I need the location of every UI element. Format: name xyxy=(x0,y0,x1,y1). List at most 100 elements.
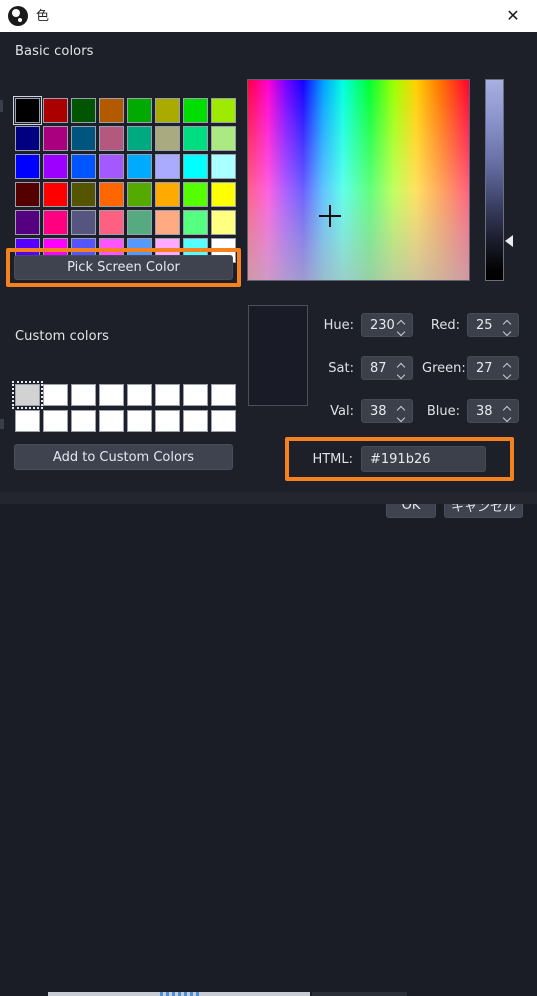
pick-screen-color-button[interactable]: Pick Screen Color xyxy=(14,255,233,280)
basic-color-swatch[interactable] xyxy=(155,154,180,179)
red-spinbox[interactable]: 25 xyxy=(467,313,519,337)
obs-icon xyxy=(8,6,28,26)
custom-color-swatch[interactable] xyxy=(99,384,124,406)
custom-color-swatch[interactable] xyxy=(43,384,68,406)
basic-color-swatch[interactable] xyxy=(155,210,180,235)
background-desktop-strip xyxy=(0,492,537,996)
custom-color-swatch[interactable] xyxy=(211,410,236,432)
basic-color-swatch[interactable] xyxy=(71,154,96,179)
val-label: Val: xyxy=(330,403,354,419)
basic-color-swatch[interactable] xyxy=(43,210,68,235)
basic-color-swatch[interactable] xyxy=(211,154,236,179)
custom-color-swatch[interactable] xyxy=(127,384,152,406)
basic-color-swatch[interactable] xyxy=(15,210,40,235)
basic-color-swatch[interactable] xyxy=(43,182,68,207)
sat-value: 87 xyxy=(370,360,387,376)
sat-label: Sat: xyxy=(328,360,354,376)
add-to-custom-colors-button[interactable]: Add to Custom Colors xyxy=(14,444,233,470)
basic-color-swatch[interactable] xyxy=(43,98,68,123)
blue-value: 38 xyxy=(476,403,493,419)
dialog-body: Basic colors Pick Screen Color Custom co… xyxy=(0,32,537,518)
background-window-dots xyxy=(160,992,200,996)
value-slider[interactable] xyxy=(485,79,504,281)
red-label: Red: xyxy=(430,317,460,333)
green-label: Green: xyxy=(422,360,466,376)
basic-color-swatch[interactable] xyxy=(71,126,96,151)
chevron-down-icon xyxy=(397,328,406,333)
custom-color-swatch[interactable] xyxy=(71,384,96,406)
blue-stepper-icon[interactable] xyxy=(503,401,514,423)
basic-color-swatch[interactable] xyxy=(155,98,180,123)
basic-color-swatch[interactable] xyxy=(183,98,208,123)
val-spinbox[interactable]: 38 xyxy=(361,399,413,423)
basic-color-swatch[interactable] xyxy=(211,98,236,123)
chevron-up-icon xyxy=(503,320,512,325)
basic-color-swatch[interactable] xyxy=(43,154,68,179)
basic-color-swatch[interactable] xyxy=(183,126,208,151)
chevron-up-icon xyxy=(397,363,406,368)
basic-color-swatch[interactable] xyxy=(15,182,40,207)
custom-color-swatch[interactable] xyxy=(183,384,208,406)
red-stepper-icon[interactable] xyxy=(503,315,514,337)
custom-color-swatch[interactable] xyxy=(43,410,68,432)
custom-color-swatch[interactable] xyxy=(127,410,152,432)
basic-color-swatch[interactable] xyxy=(71,210,96,235)
custom-color-swatch[interactable] xyxy=(155,384,180,406)
basic-color-swatch[interactable] xyxy=(99,126,124,151)
basic-color-swatch[interactable] xyxy=(99,98,124,123)
custom-color-swatch[interactable] xyxy=(155,410,180,432)
basic-color-swatch[interactable] xyxy=(127,182,152,207)
custom-color-swatch[interactable] xyxy=(211,384,236,406)
basic-color-swatch[interactable] xyxy=(211,126,236,151)
basic-color-swatch[interactable] xyxy=(99,210,124,235)
close-icon[interactable]: ✕ xyxy=(493,1,533,31)
basic-color-swatch[interactable] xyxy=(99,154,124,179)
html-color-input[interactable]: #191b26 xyxy=(361,446,486,472)
custom-color-swatch[interactable] xyxy=(12,381,43,409)
custom-color-swatch[interactable] xyxy=(99,410,124,432)
value-slider-handle-icon[interactable] xyxy=(505,234,513,247)
basic-color-swatch[interactable] xyxy=(127,210,152,235)
green-spinbox[interactable]: 27 xyxy=(467,356,519,380)
sat-stepper-icon[interactable] xyxy=(397,358,408,380)
red-value: 25 xyxy=(476,317,493,333)
custom-color-swatch[interactable] xyxy=(15,410,40,432)
hue-field: Hue: 230 xyxy=(322,313,413,337)
basic-color-swatch[interactable] xyxy=(183,210,208,235)
background-window-sliver-2 xyxy=(0,419,4,429)
chevron-up-icon xyxy=(397,406,406,411)
basic-color-swatch[interactable] xyxy=(183,182,208,207)
hue-stepper-icon[interactable] xyxy=(397,315,408,337)
green-stepper-icon[interactable] xyxy=(503,358,514,380)
basic-color-swatch[interactable] xyxy=(99,182,124,207)
basic-color-swatch[interactable] xyxy=(127,154,152,179)
basic-colors-grid[interactable] xyxy=(13,96,236,263)
custom-color-swatch[interactable] xyxy=(183,410,208,432)
val-value: 38 xyxy=(370,403,387,419)
basic-color-swatch[interactable] xyxy=(13,96,42,125)
basic-color-swatch[interactable] xyxy=(211,210,236,235)
blue-spinbox[interactable]: 38 xyxy=(467,399,519,423)
color-gradient-field[interactable] xyxy=(247,79,470,281)
basic-color-swatch[interactable] xyxy=(15,154,40,179)
custom-color-swatch[interactable] xyxy=(71,410,96,432)
chevron-down-icon xyxy=(503,371,512,376)
basic-color-swatch[interactable] xyxy=(127,126,152,151)
basic-color-swatch[interactable] xyxy=(183,154,208,179)
background-window-bar-2 xyxy=(312,992,407,996)
hue-spinbox[interactable]: 230 xyxy=(361,313,413,337)
custom-colors-grid[interactable] xyxy=(12,381,236,432)
basic-color-swatch[interactable] xyxy=(155,182,180,207)
basic-color-swatch[interactable] xyxy=(127,98,152,123)
sat-spinbox[interactable]: 87 xyxy=(361,356,413,380)
custom-colors-label: Custom colors xyxy=(15,329,110,344)
chevron-down-icon xyxy=(397,371,406,376)
val-stepper-icon[interactable] xyxy=(397,401,408,423)
basic-color-swatch[interactable] xyxy=(71,98,96,123)
basic-color-swatch[interactable] xyxy=(71,182,96,207)
basic-color-swatch[interactable] xyxy=(211,182,236,207)
basic-color-swatch[interactable] xyxy=(155,126,180,151)
basic-color-swatch[interactable] xyxy=(43,126,68,151)
html-field-row: HTML: #191b26 xyxy=(309,446,486,472)
basic-color-swatch[interactable] xyxy=(15,126,40,151)
